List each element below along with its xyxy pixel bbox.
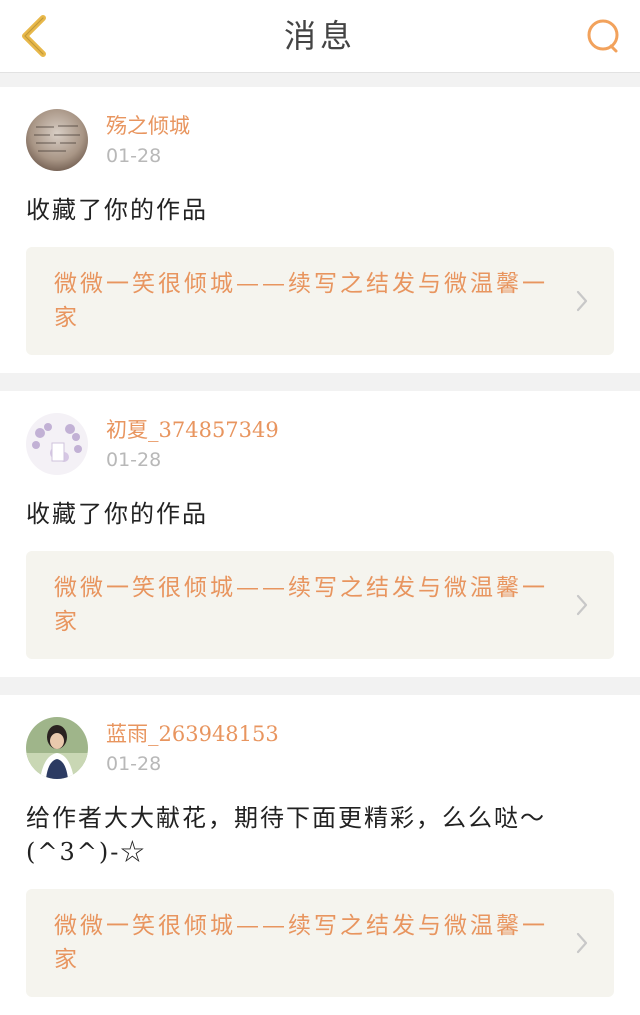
message-text: 收藏了你的作品 — [26, 500, 208, 528]
chevron-right-icon — [576, 594, 588, 616]
work-title: 微微一笑很倾城——续写之结发与微温馨一家 — [54, 575, 548, 635]
work-link[interactable]: 微微一笑很倾城——续写之结发与微温馨一家 — [26, 889, 614, 997]
avatar-image — [26, 109, 88, 171]
message-date: 01-28 — [106, 449, 162, 471]
chevron-right-icon — [576, 932, 588, 954]
message-meta: 蓝雨_263948153 01-28 — [106, 717, 279, 775]
work-title: 微微一笑很倾城——续写之结发与微温馨一家 — [54, 913, 548, 973]
message-meta: 殇之倾城 01-28 — [106, 109, 190, 167]
username[interactable]: 殇之倾城 — [106, 113, 190, 139]
message-header: 蓝雨_263948153 01-28 — [26, 717, 614, 779]
message-list: 殇之倾城 01-28 收藏了你的作品 微微一笑很倾城——续写之结发与微温馨一家 — [0, 73, 640, 1015]
chevron-left-icon — [22, 15, 46, 57]
message-card: 蓝雨_263948153 01-28 给作者大大献花，期待下面更精彩，么么哒～(… — [0, 695, 640, 1015]
avatar[interactable] — [26, 717, 88, 779]
avatar-image — [26, 717, 88, 779]
back-button[interactable] — [14, 12, 54, 60]
message-header: 殇之倾城 01-28 — [26, 109, 614, 171]
message-meta: 初夏_374857349 01-28 — [106, 413, 279, 471]
search-icon — [587, 19, 619, 53]
message-text: 收藏了你的作品 — [26, 196, 208, 224]
message-card: 初夏_374857349 01-28 收藏了你的作品 微微一笑很倾城——续写之结… — [0, 391, 640, 677]
search-button[interactable] — [582, 14, 626, 58]
message-date: 01-28 — [106, 753, 162, 775]
message-header: 初夏_374857349 01-28 — [26, 413, 614, 475]
username[interactable]: 初夏_374857349 — [106, 417, 279, 443]
avatar[interactable] — [26, 109, 88, 171]
page-title: 消息 — [283, 17, 356, 55]
work-link[interactable]: 微微一笑很倾城——续写之结发与微温馨一家 — [26, 247, 614, 355]
avatar[interactable] — [26, 413, 88, 475]
chevron-right-icon — [576, 290, 588, 312]
message-card: 殇之倾城 01-28 收藏了你的作品 微微一笑很倾城——续写之结发与微温馨一家 — [0, 87, 640, 373]
message-text: 给作者大大献花，期待下面更精彩，么么哒～(^3^)-☆ — [26, 804, 546, 866]
work-link[interactable]: 微微一笑很倾城——续写之结发与微温馨一家 — [26, 551, 614, 659]
username[interactable]: 蓝雨_263948153 — [106, 721, 279, 747]
work-title: 微微一笑很倾城——续写之结发与微温馨一家 — [54, 271, 548, 331]
message-date: 01-28 — [106, 145, 162, 167]
avatar-image — [26, 413, 88, 475]
top-bar: 消息 — [0, 0, 640, 73]
